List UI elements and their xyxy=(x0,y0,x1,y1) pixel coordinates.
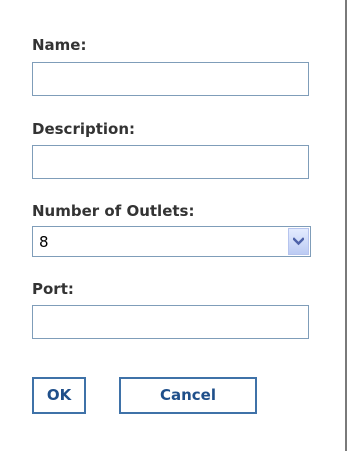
description-label: Description: xyxy=(32,120,136,138)
dialog-panel: Name: Description: Number of Outlets: 8 … xyxy=(0,0,347,451)
port-label: Port: xyxy=(32,280,74,298)
name-label: Name: xyxy=(32,36,87,54)
dropdown-button[interactable] xyxy=(288,228,309,255)
outlets-selected-value: 8 xyxy=(39,233,49,251)
ok-button[interactable]: OK xyxy=(32,377,86,414)
name-input[interactable] xyxy=(32,62,309,96)
port-input[interactable] xyxy=(32,305,309,339)
outlets-label: Number of Outlets: xyxy=(32,202,195,220)
description-input[interactable] xyxy=(32,145,309,179)
chevron-down-icon xyxy=(293,237,304,246)
cancel-button[interactable]: Cancel xyxy=(119,377,257,414)
outlets-select[interactable]: 8 xyxy=(32,226,311,257)
